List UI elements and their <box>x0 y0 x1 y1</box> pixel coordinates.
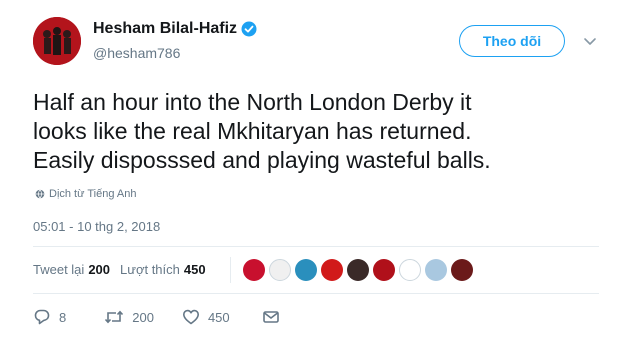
liker-avatar[interactable] <box>425 259 447 281</box>
retweet-button[interactable]: 200 <box>104 308 154 326</box>
tweet-text-line: Half an hour into the North London Derby… <box>33 89 472 115</box>
liker-avatar[interactable] <box>295 259 317 281</box>
timestamp[interactable]: 05:01 - 10 thg 2, 2018 <box>33 219 160 234</box>
liker-avatar[interactable] <box>373 259 395 281</box>
reply-count: 8 <box>59 309 67 325</box>
liker-avatar[interactable] <box>321 259 343 281</box>
divider <box>33 293 599 294</box>
reply-icon <box>34 309 50 325</box>
translate-link[interactable]: Dịch từ Tiếng Anh <box>35 188 136 200</box>
follow-button[interactable]: Theo dõi <box>459 25 565 57</box>
avatar[interactable] <box>33 17 81 65</box>
retweet-count: 200 <box>132 309 154 325</box>
retweet-icon <box>105 310 124 324</box>
tweet-text-line: Easily disposssed and playing wasteful b… <box>33 147 491 173</box>
retweets-label: Tweet lại <box>33 262 85 277</box>
verified-badge-icon <box>241 21 257 37</box>
like-count: 450 <box>207 309 230 325</box>
reply-button[interactable]: 8 <box>33 308 66 326</box>
liker-avatar[interactable] <box>243 259 265 281</box>
liker-avatar[interactable] <box>399 259 421 281</box>
like-button[interactable]: 450 <box>182 308 230 326</box>
retweets-stat[interactable]: Tweet lại 200 <box>33 262 110 277</box>
display-name[interactable]: Hesham Bilal-Hafiz <box>93 20 237 38</box>
chevron-down-icon[interactable] <box>583 37 597 47</box>
direct-message-button[interactable] <box>262 309 280 325</box>
liker-avatar[interactable] <box>347 259 369 281</box>
user-handle[interactable]: @hesham786 <box>93 45 180 61</box>
likes-label: Lượt thích <box>120 262 180 277</box>
likes-count: 450 <box>183 262 206 277</box>
divider <box>33 246 599 247</box>
action-bar: 8 200 450 <box>33 308 280 326</box>
heart-icon <box>182 309 199 325</box>
likes-stat[interactable]: Lượt thích 450 <box>120 262 206 277</box>
retweets-count: 200 <box>88 262 111 277</box>
tweet-text-line: looks like the real Mkhitaryan has retur… <box>33 118 472 144</box>
tweet-stats: Tweet lại 200 Lượt thích 450 <box>33 262 206 277</box>
likers-avatars <box>243 259 477 281</box>
stats-separator <box>230 257 231 283</box>
envelope-icon <box>262 311 279 323</box>
translate-label: Dịch từ Tiếng Anh <box>49 188 137 200</box>
liker-avatar[interactable] <box>269 259 291 281</box>
liker-avatar[interactable] <box>451 259 473 281</box>
tweet-card: Hesham Bilal-Hafiz @hesham786 Theo dõi H… <box>0 0 630 339</box>
tweet-text: Half an hour into the North London Derby… <box>33 88 603 175</box>
globe-icon <box>35 189 45 199</box>
